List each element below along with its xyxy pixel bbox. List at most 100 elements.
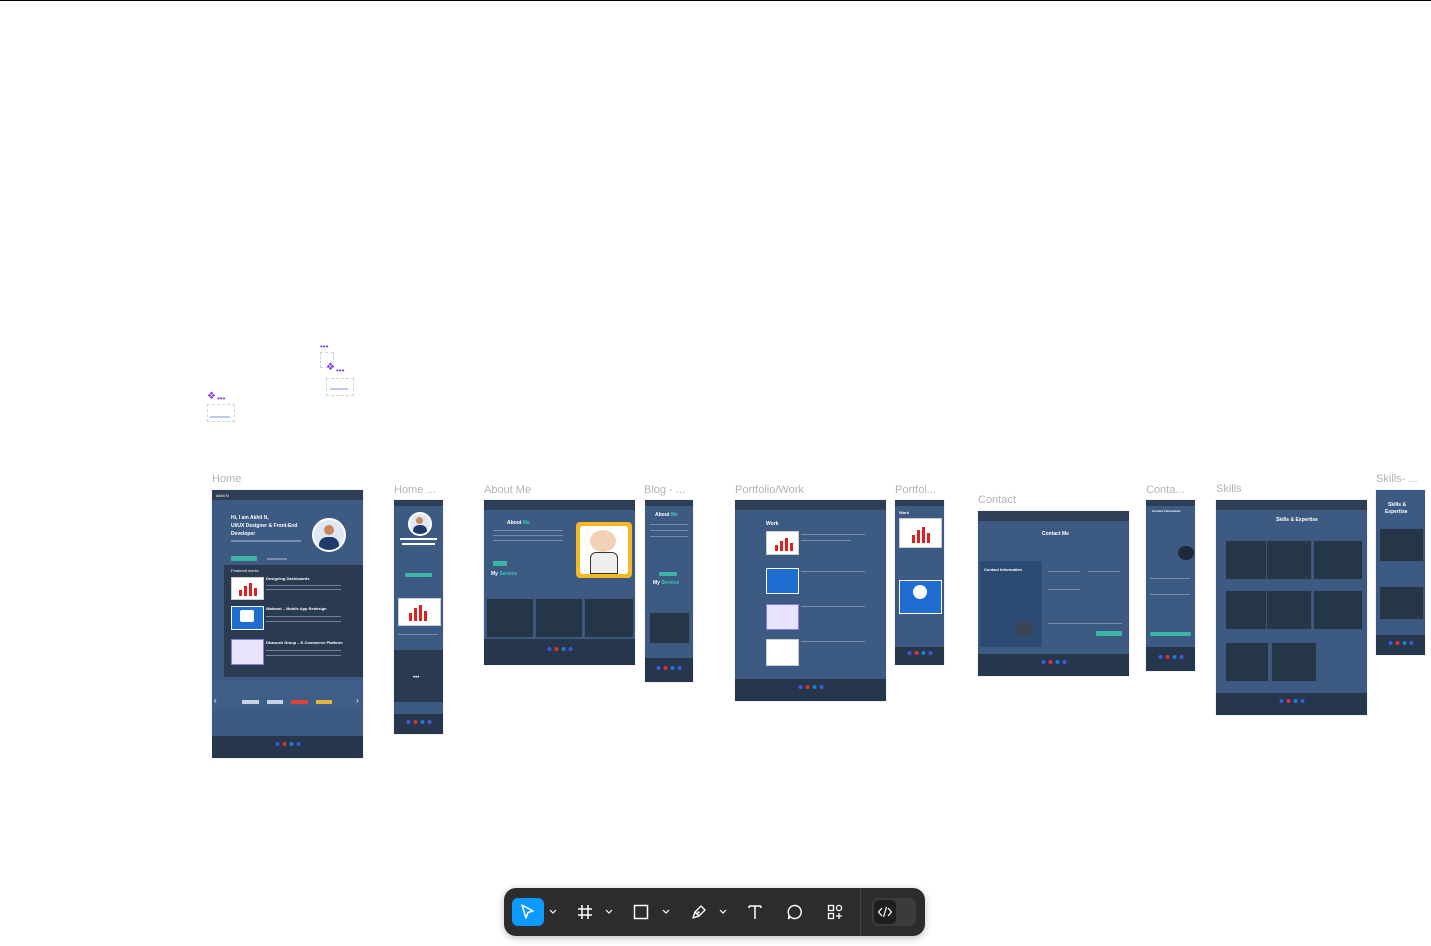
frame-nav [978, 511, 1129, 521]
service-card[interactable] [584, 598, 634, 638]
text-tool-button[interactable] [740, 898, 770, 926]
frame-tool-button[interactable] [570, 898, 600, 926]
cta-button[interactable] [405, 573, 432, 577]
about-button[interactable] [659, 572, 677, 576]
actions-tool-button[interactable] [820, 898, 850, 926]
chevron-down-icon[interactable] [548, 906, 558, 918]
frame-home[interactable]: Akhil N Hi, I am Akhil N, UI/UX Designer… [212, 490, 363, 758]
text-line [493, 540, 563, 541]
skill-card[interactable] [1313, 590, 1363, 630]
work-thumb[interactable] [398, 598, 441, 626]
service-title: My Service [491, 571, 518, 577]
service-card[interactable] [649, 612, 690, 644]
frame-label-home[interactable]: Home [212, 473, 241, 485]
text-line [400, 538, 437, 540]
chevron-down-icon[interactable] [604, 906, 614, 918]
component-dots-icon: ••• [336, 366, 345, 375]
dev-mode-toggle[interactable] [872, 898, 916, 926]
frame-nav [645, 500, 693, 506]
work-title[interactable]: Designing Dashboards [266, 576, 310, 581]
components-icon [827, 904, 843, 920]
social-icons [406, 720, 431, 724]
text-line [266, 589, 341, 590]
next-arrow-icon[interactable]: › [356, 696, 359, 705]
skills-title-line-2: Expertise [1385, 509, 1408, 515]
work-thumb[interactable] [899, 580, 942, 614]
form-field [1088, 571, 1120, 572]
about-button[interactable] [493, 561, 507, 566]
social-icons [275, 742, 300, 746]
text-line [650, 530, 688, 531]
frame-label-skills[interactable]: Skills [1216, 483, 1242, 495]
prev-arrow-icon[interactable]: ‹ [214, 696, 217, 705]
frame-label-contact-mobile[interactable]: Conta... [1146, 484, 1185, 496]
work-thumb[interactable] [231, 606, 264, 630]
text-line [801, 571, 865, 572]
frame-skills[interactable]: Skills & Expertise [1216, 500, 1367, 715]
work-thumb[interactable] [766, 639, 799, 666]
frame-label-blog[interactable]: Blog - ... [644, 484, 685, 496]
frame-icon [578, 905, 592, 919]
social-icons [547, 647, 572, 651]
shape-tool-button[interactable] [626, 898, 656, 926]
skill-card[interactable] [1313, 540, 1363, 580]
submit-button[interactable] [1096, 631, 1122, 636]
frame-label-about[interactable]: About Me [484, 484, 531, 496]
skill-card[interactable] [1379, 528, 1424, 562]
submit-button[interactable] [1150, 632, 1191, 636]
frame-label-home-mobile[interactable]: Home ... [394, 484, 436, 496]
cta-button[interactable] [231, 556, 257, 561]
bottom-toolbar [504, 888, 925, 936]
work-title[interactable]: Walmart – Mobile App Redesign [266, 606, 327, 611]
component-box [326, 378, 354, 396]
skill-card[interactable] [1379, 586, 1424, 620]
work-title[interactable]: Dhanush Group – E-Commerce Platform [266, 640, 343, 645]
chevron-down-icon[interactable] [661, 906, 671, 918]
work-thumb[interactable] [231, 639, 264, 665]
frame-nav [394, 500, 443, 506]
text-line [493, 535, 563, 536]
frame-skills-mobile[interactable]: Skills & Expertise [1376, 490, 1425, 655]
frame-contact-mobile[interactable]: Contact Information [1146, 500, 1195, 671]
social-icons [1041, 660, 1066, 664]
chevron-down-icon[interactable] [718, 906, 728, 918]
frame-label-contact[interactable]: Contact [978, 494, 1016, 506]
work-thumb[interactable] [766, 568, 799, 594]
pen-tool-button[interactable] [684, 898, 714, 926]
frame-contact[interactable]: Contact Me Contact Information [978, 511, 1129, 676]
frame-about[interactable]: About Me My Service [484, 500, 635, 665]
frame-portfolio-mobile[interactable]: Work [895, 500, 944, 665]
frame-label-portfolio[interactable]: Portfolio/Work [735, 484, 804, 496]
skill-card[interactable] [1271, 642, 1317, 682]
work-thumb[interactable] [231, 577, 264, 600]
work-thumb[interactable] [766, 531, 799, 555]
frame-footer [212, 736, 363, 758]
skill-card[interactable] [1225, 590, 1269, 630]
skill-card[interactable] [1225, 642, 1269, 682]
text-line [801, 540, 851, 541]
component-diamond-icon: ❖ [326, 362, 335, 373]
frame-footer [484, 639, 635, 665]
skill-card[interactable] [1225, 540, 1269, 580]
service-card[interactable] [535, 598, 583, 638]
text-line [801, 641, 865, 642]
text-icon [748, 905, 762, 919]
work-thumb[interactable] [899, 518, 942, 548]
frame-label-portfolio-mobile[interactable]: Portfol... [895, 484, 936, 496]
frame-footer [735, 679, 886, 701]
featured-heading: Featured works [231, 568, 259, 573]
skill-card[interactable] [1266, 540, 1312, 580]
frame-label-skills-mobile[interactable]: Skills- ... [1376, 473, 1418, 485]
frame-home-mobile[interactable]: ••• [394, 500, 443, 734]
work-thumb[interactable] [766, 604, 799, 630]
component-box [207, 404, 235, 422]
text-line [493, 530, 563, 531]
service-card[interactable] [486, 598, 534, 638]
frame-blog[interactable]: About Me My Service [645, 500, 693, 682]
social-icons [1279, 699, 1304, 703]
comment-tool-button[interactable] [780, 898, 810, 926]
frame-portfolio[interactable]: Work [735, 500, 886, 701]
frame-footer [1216, 693, 1367, 715]
skill-card[interactable] [1266, 590, 1312, 630]
move-tool-button[interactable] [512, 898, 544, 926]
